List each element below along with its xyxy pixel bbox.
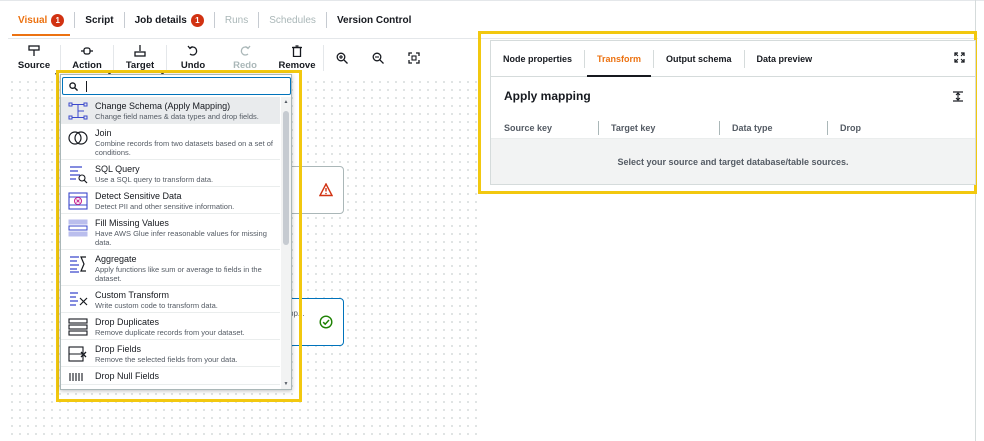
- transform-item-title: Aggregate: [95, 254, 137, 264]
- scroll-up-icon[interactable]: ▲: [282, 99, 290, 105]
- zoom-in-button[interactable]: [324, 42, 360, 74]
- transform-item-title: Drop Duplicates: [95, 317, 160, 327]
- transform-item-sql-query[interactable]: SQL Query Use a SQL query to transform d…: [61, 160, 280, 187]
- transform-item-desc: Change field names & data types and drop…: [95, 112, 259, 121]
- drop-fields-icon: [68, 346, 87, 362]
- transform-item-title: Drop Null Fields: [95, 371, 160, 381]
- mapping-table-empty: Select your source and target database/t…: [491, 139, 975, 184]
- scroll-thumb[interactable]: [283, 111, 289, 245]
- tab-node-properties[interactable]: Node properties: [491, 41, 584, 77]
- transform-item-title: Change Schema (Apply Mapping): [95, 101, 231, 111]
- tab-visual[interactable]: Visual 1: [8, 6, 74, 36]
- transform-item-title: Join: [95, 128, 112, 138]
- tab-script-label: Script: [85, 14, 114, 26]
- warning-icon: [319, 183, 333, 197]
- fit-view-icon: [408, 52, 420, 64]
- column-drop: Drop: [827, 117, 927, 139]
- transform-item-custom-transform[interactable]: Custom Transform Write custom code to tr…: [61, 286, 280, 313]
- tab-visual-label: Visual: [18, 14, 48, 26]
- node-details-panel: Node properties Transform Output schema …: [490, 40, 976, 185]
- undo-icon: [187, 45, 198, 56]
- transform-item-title: Detect Sensitive Data: [95, 191, 182, 201]
- transform-item-fill-missing-values[interactable]: Fill Missing Values Have AWS Glue infer …: [61, 214, 280, 250]
- panel-title: Apply mapping: [504, 89, 591, 103]
- transform-item-detect-sensitive-data[interactable]: Detect Sensitive Data Detect PII and oth…: [61, 187, 280, 214]
- fill-missing-values-icon: [68, 219, 88, 237]
- transform-item-drop-duplicates[interactable]: Drop Duplicates Remove duplicate records…: [61, 313, 280, 340]
- transform-item-desc: Use a SQL query to transform data.: [95, 175, 214, 184]
- transform-item-join[interactable]: Join Combine records from two datasets b…: [61, 124, 280, 160]
- aggregate-icon: [70, 256, 86, 273]
- tab-script[interactable]: Script: [75, 6, 123, 34]
- tab-transform[interactable]: Transform: [585, 41, 653, 77]
- detect-sensitive-data-icon: [68, 192, 88, 210]
- transform-item-desc: Apply functions like sum or average to f…: [95, 265, 262, 283]
- transform-item-title: Custom Transform: [95, 290, 170, 300]
- zoom-out-button[interactable]: [360, 42, 396, 74]
- transform-item-desc: Combine records from two datasets based …: [95, 139, 274, 157]
- transform-item-change-schema[interactable]: Change Schema (Apply Mapping) Change fie…: [61, 97, 280, 124]
- transform-item-desc: Remove duplicate records from your datas…: [95, 328, 245, 337]
- tab-runs-label: Runs: [224, 14, 249, 26]
- custom-transform-icon: [70, 292, 88, 306]
- source-button[interactable]: Source ▼: [8, 42, 60, 78]
- source-label: Source: [17, 60, 51, 71]
- action-icon: [81, 47, 93, 55]
- transform-item-desc: Write custom code to transform data.: [95, 301, 218, 310]
- zoom-out-icon: [372, 52, 384, 64]
- transform-item-aggregate[interactable]: Aggregate Apply functions like sum or av…: [61, 250, 280, 286]
- tab-job-details-badge: 1: [190, 13, 204, 27]
- success-check-icon: [319, 315, 333, 329]
- column-source-key: Source key: [504, 122, 553, 133]
- text-cursor: [86, 81, 87, 92]
- join-icon: [68, 131, 88, 145]
- transform-item-desc: Detect PII and other sensitive informati…: [95, 202, 235, 211]
- transform-item-drop-null-fields[interactable]: Drop Null Fields: [61, 367, 280, 385]
- source-icon: [28, 45, 40, 56]
- fit-view-button[interactable]: [396, 42, 432, 74]
- change-schema-icon: [68, 102, 88, 120]
- scroll-down-icon[interactable]: ▼: [282, 381, 290, 387]
- transform-list: Change Schema (Apply Mapping) Change fie…: [61, 97, 280, 389]
- transform-item-drop-fields[interactable]: Drop Fields Remove the selected fields f…: [61, 340, 280, 367]
- search-icon: [69, 81, 78, 91]
- target-icon: [134, 45, 146, 57]
- tab-schedules[interactable]: Schedules: [259, 6, 326, 34]
- top-border: [0, 0, 984, 1]
- transform-dropdown: Change Schema (Apply Mapping) Change fie…: [60, 74, 292, 390]
- search-box: [62, 77, 291, 95]
- collapse-rows-icon[interactable]: [953, 91, 963, 102]
- zoom-in-icon: [336, 52, 348, 64]
- empty-message: Select your source and target database/t…: [617, 156, 849, 167]
- tab-job-details[interactable]: Job details 1: [125, 6, 214, 34]
- tab-runs[interactable]: Runs: [215, 6, 258, 34]
- transform-item-title: Fill Missing Values: [95, 218, 169, 228]
- panel-tabs: Node properties Transform Output schema …: [491, 41, 975, 77]
- search-input[interactable]: [83, 79, 283, 93]
- transform-item-title: SQL Query: [95, 164, 140, 174]
- tab-data-preview[interactable]: Data preview: [745, 41, 825, 77]
- tab-version-control[interactable]: Version Control: [327, 6, 421, 34]
- editor-tabs: Visual 1 Script Job details 1 Runs Sched…: [8, 6, 421, 36]
- column-data-type: Data type: [719, 117, 827, 139]
- tab-job-details-label: Job details: [134, 14, 187, 26]
- drop-duplicates-icon: [68, 318, 88, 336]
- tab-visual-badge: 1: [51, 13, 65, 27]
- transform-item-desc: Remove the selected fields from your dat…: [95, 355, 238, 364]
- dropdown-scrollbar[interactable]: ▲ ▼: [281, 97, 291, 389]
- column-target-key: Target key: [598, 117, 719, 139]
- tab-output-schema[interactable]: Output schema: [654, 41, 744, 77]
- tab-version-control-label: Version Control: [336, 14, 412, 26]
- mapping-table-header: Source key Target key Data type Drop: [491, 117, 975, 139]
- transform-item-title: Drop Fields: [95, 344, 142, 354]
- drop-null-fields-icon: [69, 373, 83, 381]
- tab-schedules-label: Schedules: [269, 14, 316, 26]
- trash-icon: [292, 45, 302, 57]
- sql-query-icon: [70, 166, 88, 184]
- redo-icon: [240, 45, 251, 56]
- transform-item-desc: Have AWS Glue infer reasonable values fo…: [95, 229, 267, 247]
- expand-icon[interactable]: [954, 52, 965, 63]
